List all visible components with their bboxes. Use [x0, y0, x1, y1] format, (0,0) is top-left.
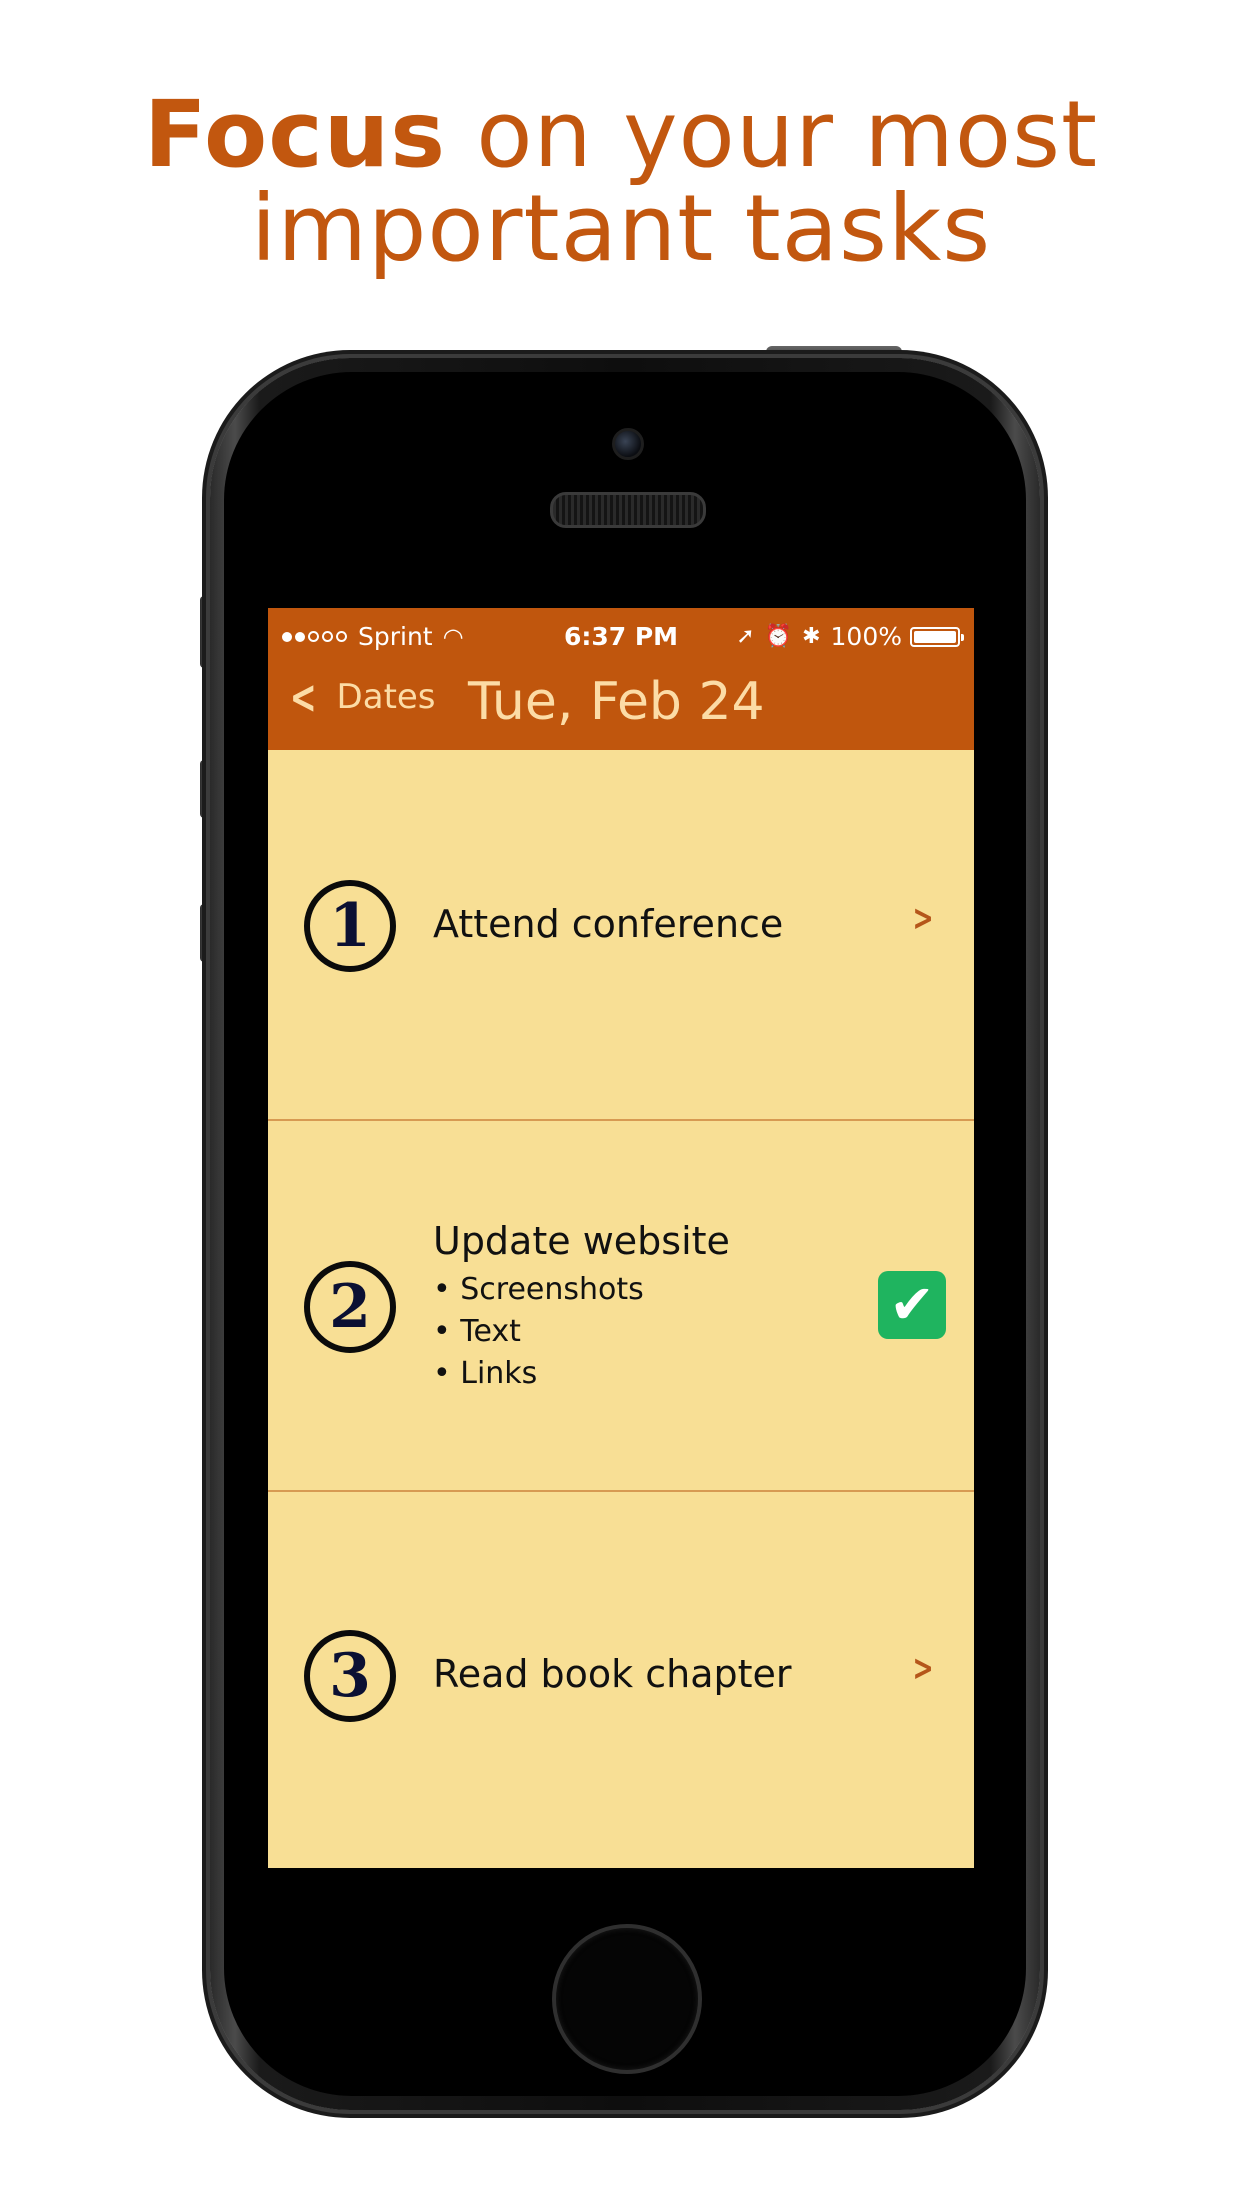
task-list: 1 Attend conference > 2 Update website •…: [268, 750, 974, 1865]
alarm-icon: ⏰: [764, 624, 793, 649]
chevron-left-icon: <: [289, 670, 317, 724]
back-button[interactable]: < Dates: [284, 674, 436, 720]
app-store-screenshot: Focus on your most important tasks Sprin…: [0, 0, 1242, 2208]
number-badge-1: 1: [304, 880, 396, 972]
task-row-3[interactable]: 3 Read book chapter >: [268, 1492, 974, 1865]
status-bar: Sprint ◠ 6:37 PM ➚ ⏰ ✱ 100%: [268, 618, 974, 658]
headline-rest: on your most: [476, 81, 1099, 188]
headline: Focus on your most important tasks: [0, 88, 1242, 276]
chevron-right-icon: >: [912, 1648, 934, 1689]
task-title-2: Update website: [433, 1219, 730, 1263]
chevron-right-icon: >: [912, 898, 934, 939]
task-title-3: Read book chapter: [433, 1652, 792, 1696]
completed-checkbox-icon[interactable]: ✔: [878, 1271, 946, 1339]
home-button[interactable]: [552, 1924, 702, 2074]
number-badge-3: 3: [304, 1630, 396, 1722]
task-subitems: • Screenshots • Text • Links: [433, 1269, 644, 1395]
front-camera: [612, 428, 644, 460]
task-row-2[interactable]: 2 Update website • Screenshots • Text • …: [268, 1121, 974, 1492]
battery-icon: [910, 626, 964, 647]
back-label: Dates: [336, 677, 436, 717]
page-title: Tue, Feb 24: [468, 672, 765, 732]
task-row-1[interactable]: 1 Attend conference >: [268, 750, 974, 1121]
earpiece-speaker: [550, 492, 706, 528]
battery-percent: 100%: [830, 622, 902, 651]
list-item: • Text: [433, 1314, 521, 1349]
location-icon: ➚: [736, 624, 755, 649]
bluetooth-icon: ✱: [802, 624, 821, 649]
headline-bold: Focus: [143, 81, 446, 188]
navigation-bar: Sprint ◠ 6:37 PM ➚ ⏰ ✱ 100% < Dates Tue,…: [268, 608, 974, 750]
list-item: • Screenshots: [433, 1272, 644, 1307]
number-badge-2: 2: [304, 1261, 396, 1353]
status-right: ➚ ⏰ ✱ 100%: [736, 622, 964, 651]
phone-screen: Sprint ◠ 6:37 PM ➚ ⏰ ✱ 100% < Dates Tue,…: [268, 608, 974, 1868]
headline-line2: important tasks: [250, 175, 992, 282]
task-title-1: Attend conference: [433, 902, 784, 946]
list-item: • Links: [433, 1356, 538, 1391]
